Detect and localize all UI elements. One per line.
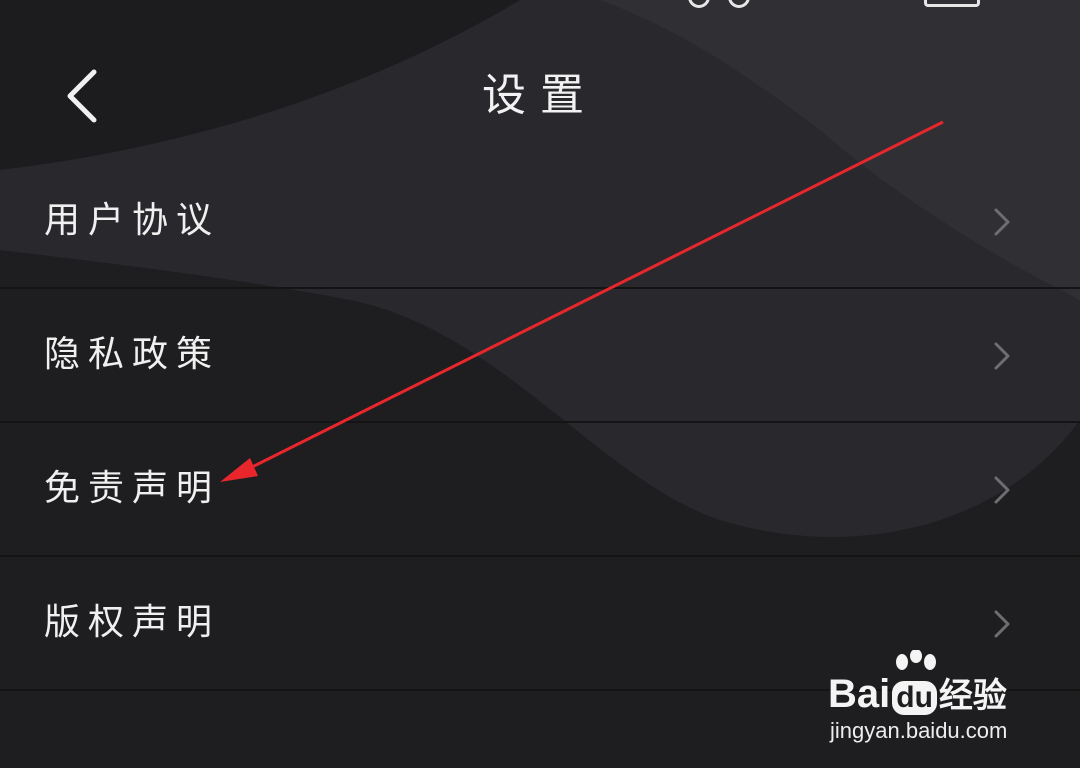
status-icons — [688, 0, 980, 8]
chevron-right-icon — [994, 208, 1010, 236]
signal-2-icon — [846, 0, 906, 5]
alarm-icon — [688, 0, 710, 8]
menu-item-label: 免责声明 — [44, 468, 221, 509]
signal-icon — [768, 0, 828, 5]
baidu-watermark: Bai du 经验 jingyan.baidu.com — [826, 650, 1046, 750]
menu-item-privacy-policy[interactable]: 隐私政策 — [0, 289, 1080, 423]
chevron-left-icon — [67, 69, 97, 123]
menu-item-label: 版权声明 — [44, 602, 221, 643]
location-icon — [728, 0, 750, 8]
chevron-right-icon — [994, 476, 1010, 504]
settings-menu: 用户协议 隐私政策 免责声明 版权声明 — [0, 155, 1080, 691]
battery-icon — [924, 0, 980, 7]
page-title: 设置 — [482, 70, 598, 121]
settings-screen: 设置 用户协议 隐私政策 免责声明 版权声明 Bai du 经验 jingyan… — [0, 0, 1080, 768]
menu-item-user-agreement[interactable]: 用户协议 — [0, 155, 1080, 289]
header: 设置 — [0, 50, 1080, 142]
chevron-right-icon — [994, 610, 1010, 638]
back-button[interactable] — [50, 64, 114, 128]
menu-item-label: 隐私政策 — [44, 334, 221, 375]
chevron-right-icon — [994, 342, 1010, 370]
menu-item-disclaimer[interactable]: 免责声明 — [0, 423, 1080, 557]
watermark-url: jingyan.baidu.com — [830, 718, 1008, 743]
menu-item-label: 用户协议 — [44, 200, 221, 241]
baidu-logo: Bai du 经验 — [828, 672, 1007, 716]
status-bar — [0, 0, 1080, 8]
